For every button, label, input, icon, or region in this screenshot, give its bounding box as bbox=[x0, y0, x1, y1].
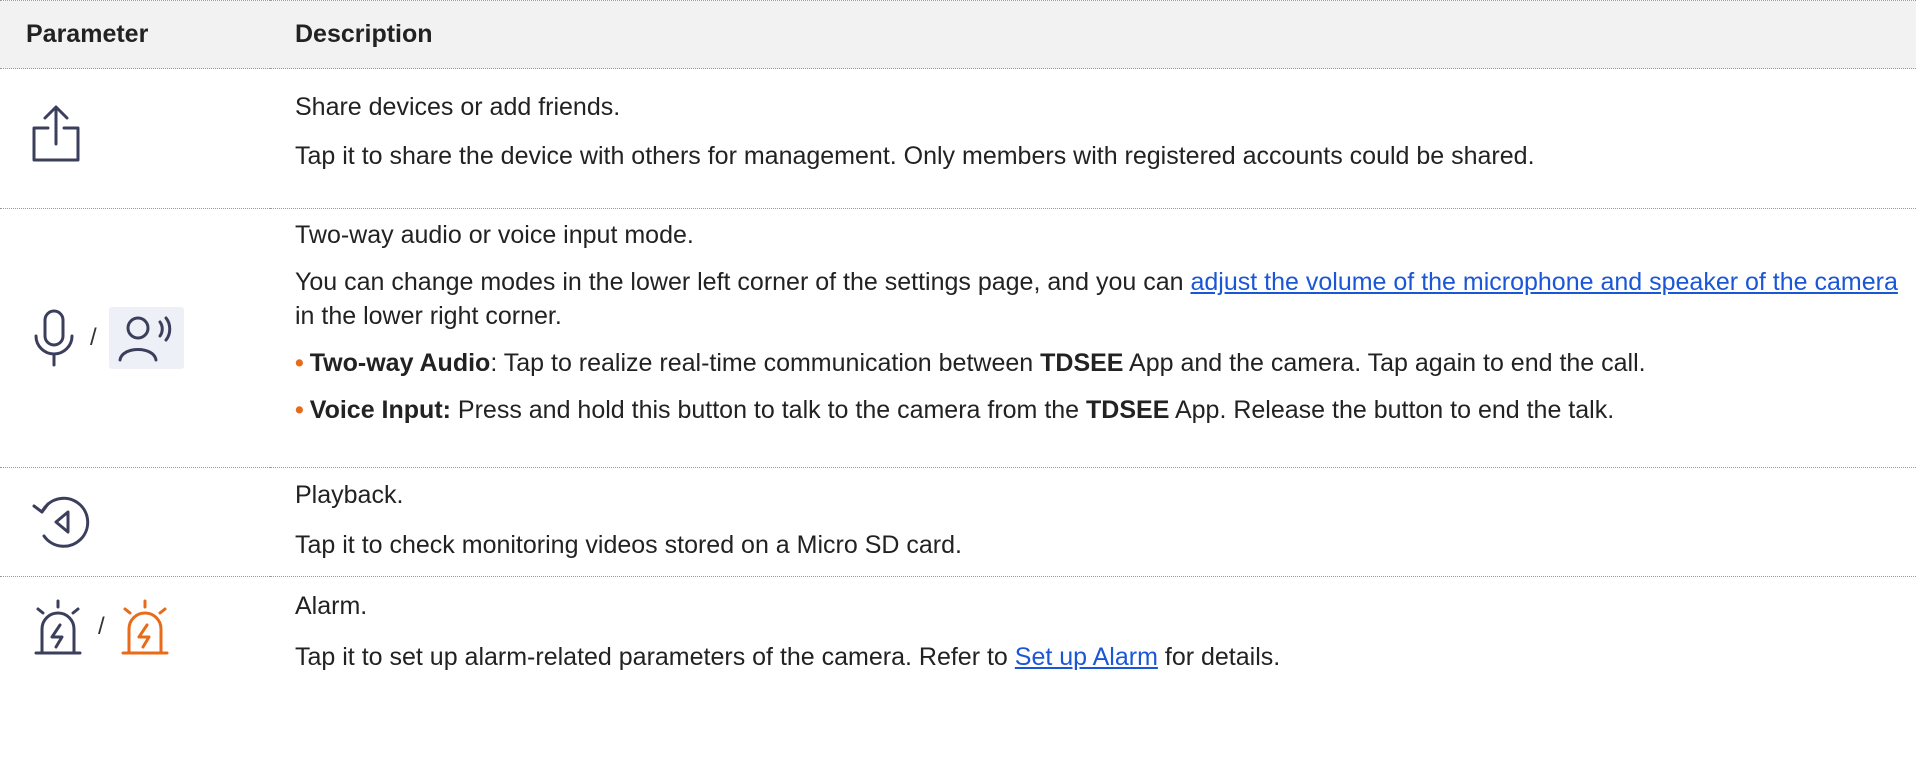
desc-cell: Share devices or add friends. Tap it to … bbox=[270, 68, 1916, 209]
microphone-icon[interactable] bbox=[30, 306, 78, 370]
bullet-text: : Tap to realize real-time communication… bbox=[490, 349, 1041, 377]
bullet-text: App and the camera. Tap again to end the… bbox=[1123, 349, 1646, 377]
body-text: for details. bbox=[1157, 643, 1281, 671]
body-text: You can change modes in the lower left c… bbox=[295, 268, 1191, 296]
desc-cell: Two-way audio or voice input mode. You c… bbox=[270, 208, 1916, 468]
param-cell bbox=[0, 68, 270, 209]
voice-speaking-icon[interactable] bbox=[108, 307, 184, 369]
table-row: / Alarm. Tap it to set up alarm-related … bbox=[0, 577, 1916, 703]
row-title: Share devices or add friends. bbox=[295, 93, 621, 121]
row-body: Tap it to share the device with others f… bbox=[295, 142, 1535, 170]
bullet-dot: • bbox=[295, 349, 304, 377]
desc-cell: Playback. Tap it to check monitoring vid… bbox=[270, 467, 1916, 577]
alarm-off-icon[interactable] bbox=[30, 595, 86, 659]
table-row: Share devices or add friends. Tap it to … bbox=[0, 68, 1916, 209]
table-header-row: Parameter Description bbox=[0, 0, 1916, 69]
bullet-item: • Voice Input: Press and hold this button… bbox=[295, 393, 1916, 427]
icon-separator: / bbox=[98, 613, 105, 640]
param-cell: / bbox=[0, 577, 270, 703]
bullet-label: Voice Input: bbox=[309, 396, 451, 424]
row-title: Two-way audio or voice input mode. bbox=[295, 221, 694, 249]
row-body: You can change modes in the lower left c… bbox=[295, 265, 1916, 333]
app-name: TDSEE bbox=[1040, 349, 1124, 377]
desc-cell: Alarm. Tap it to set up alarm-related pa… bbox=[270, 577, 1916, 703]
share-icon[interactable] bbox=[30, 104, 82, 162]
app-name: TDSEE bbox=[1086, 396, 1170, 424]
parameter-table: Parameter Description Share devices or a… bbox=[0, 0, 1916, 703]
bullet-label: Two-way Audio bbox=[309, 349, 491, 377]
playback-icon[interactable] bbox=[30, 490, 94, 554]
alarm-on-icon[interactable] bbox=[117, 595, 173, 659]
bullet-item: • Two-way Audio: Tap to realize real-time… bbox=[295, 346, 1916, 380]
param-cell bbox=[0, 467, 270, 577]
table-row: Playback. Tap it to check monitoring vid… bbox=[0, 467, 1916, 577]
bullet-text: Press and hold this button to talk to th… bbox=[450, 396, 1087, 424]
body-text: in the lower right corner. bbox=[295, 302, 562, 330]
bullet-dot: • bbox=[295, 396, 304, 424]
header-description: Description bbox=[270, 0, 1916, 69]
volume-link[interactable]: adjust the volume of the microphone and … bbox=[1191, 268, 1898, 296]
body-text: Tap it to set up alarm-related parameter… bbox=[295, 643, 1015, 671]
header-parameter: Parameter bbox=[0, 0, 270, 69]
row-body: Tap it to set up alarm-related parameter… bbox=[295, 640, 1916, 674]
bullet-text: App. Release the button to end the talk. bbox=[1169, 396, 1615, 424]
set-up-alarm-link[interactable]: Set up Alarm bbox=[1015, 643, 1158, 671]
table-row: / Two-way audio or voice input mode. You… bbox=[0, 208, 1916, 468]
row-body: Tap it to check monitoring videos stored… bbox=[295, 531, 962, 559]
row-title: Alarm. bbox=[295, 592, 368, 620]
icon-separator: / bbox=[90, 324, 97, 351]
row-title: Playback. bbox=[295, 481, 404, 509]
param-cell: / bbox=[0, 208, 270, 468]
